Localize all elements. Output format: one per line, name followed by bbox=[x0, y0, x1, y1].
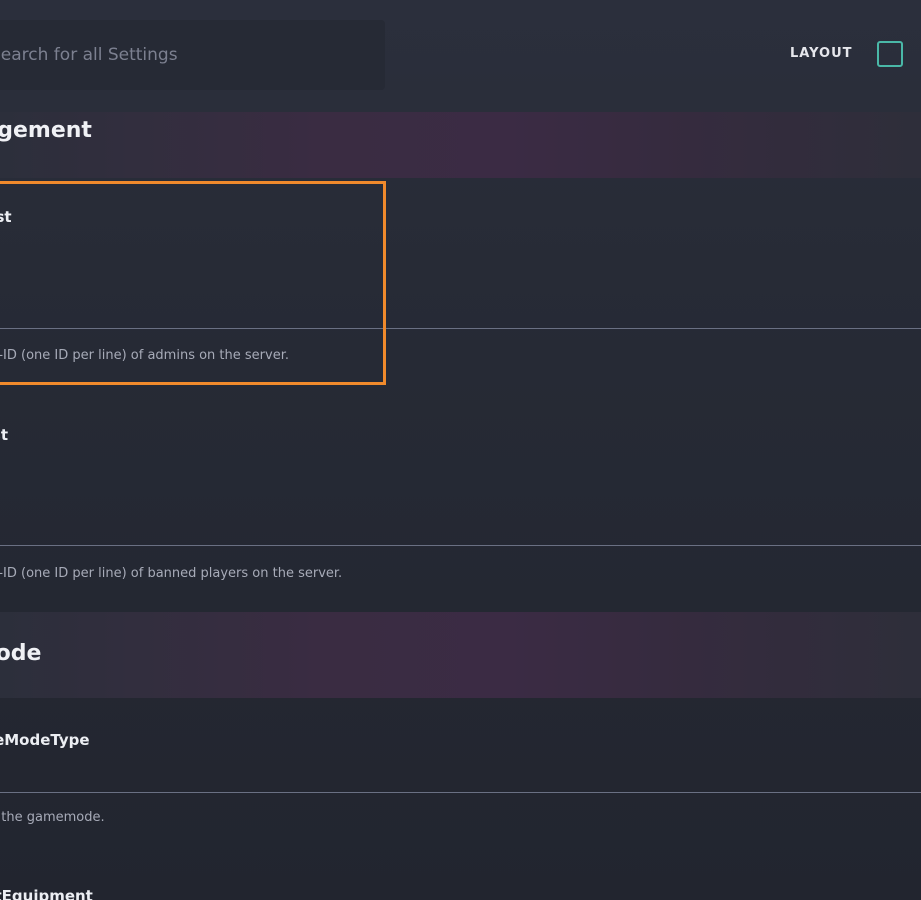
section-header-management: Management bbox=[0, 112, 921, 178]
highlight-box bbox=[0, 181, 386, 385]
setting-name-startequipment: StartEquipment bbox=[0, 887, 93, 900]
search-input[interactable] bbox=[0, 20, 385, 90]
top-bar: LAYOUT bbox=[0, 0, 921, 112]
layout-toggle-checkbox[interactable] bbox=[877, 41, 903, 67]
section-header-gamemode: Gamemode bbox=[0, 612, 921, 698]
setting-description-banlist: SteamID64-ID (one ID per line) of banned… bbox=[0, 566, 343, 581]
setting-name-banlist: BanList bbox=[0, 426, 9, 444]
section-title: Management bbox=[0, 118, 92, 143]
banlist-textarea[interactable] bbox=[0, 450, 921, 545]
gamemodetype-field[interactable] bbox=[0, 756, 921, 792]
layout-label: LAYOUT bbox=[790, 46, 853, 61]
settings-page: LAYOUT Management AdminList SteamID64-ID… bbox=[0, 0, 921, 900]
setting-name-gamemodetype: GameModeType bbox=[0, 731, 90, 749]
divider bbox=[0, 545, 921, 546]
section-title: Gamemode bbox=[0, 641, 42, 666]
setting-description-gamemodetype: Sets the gamemode. bbox=[0, 810, 105, 825]
divider bbox=[0, 792, 921, 793]
search-box[interactable] bbox=[0, 20, 385, 90]
